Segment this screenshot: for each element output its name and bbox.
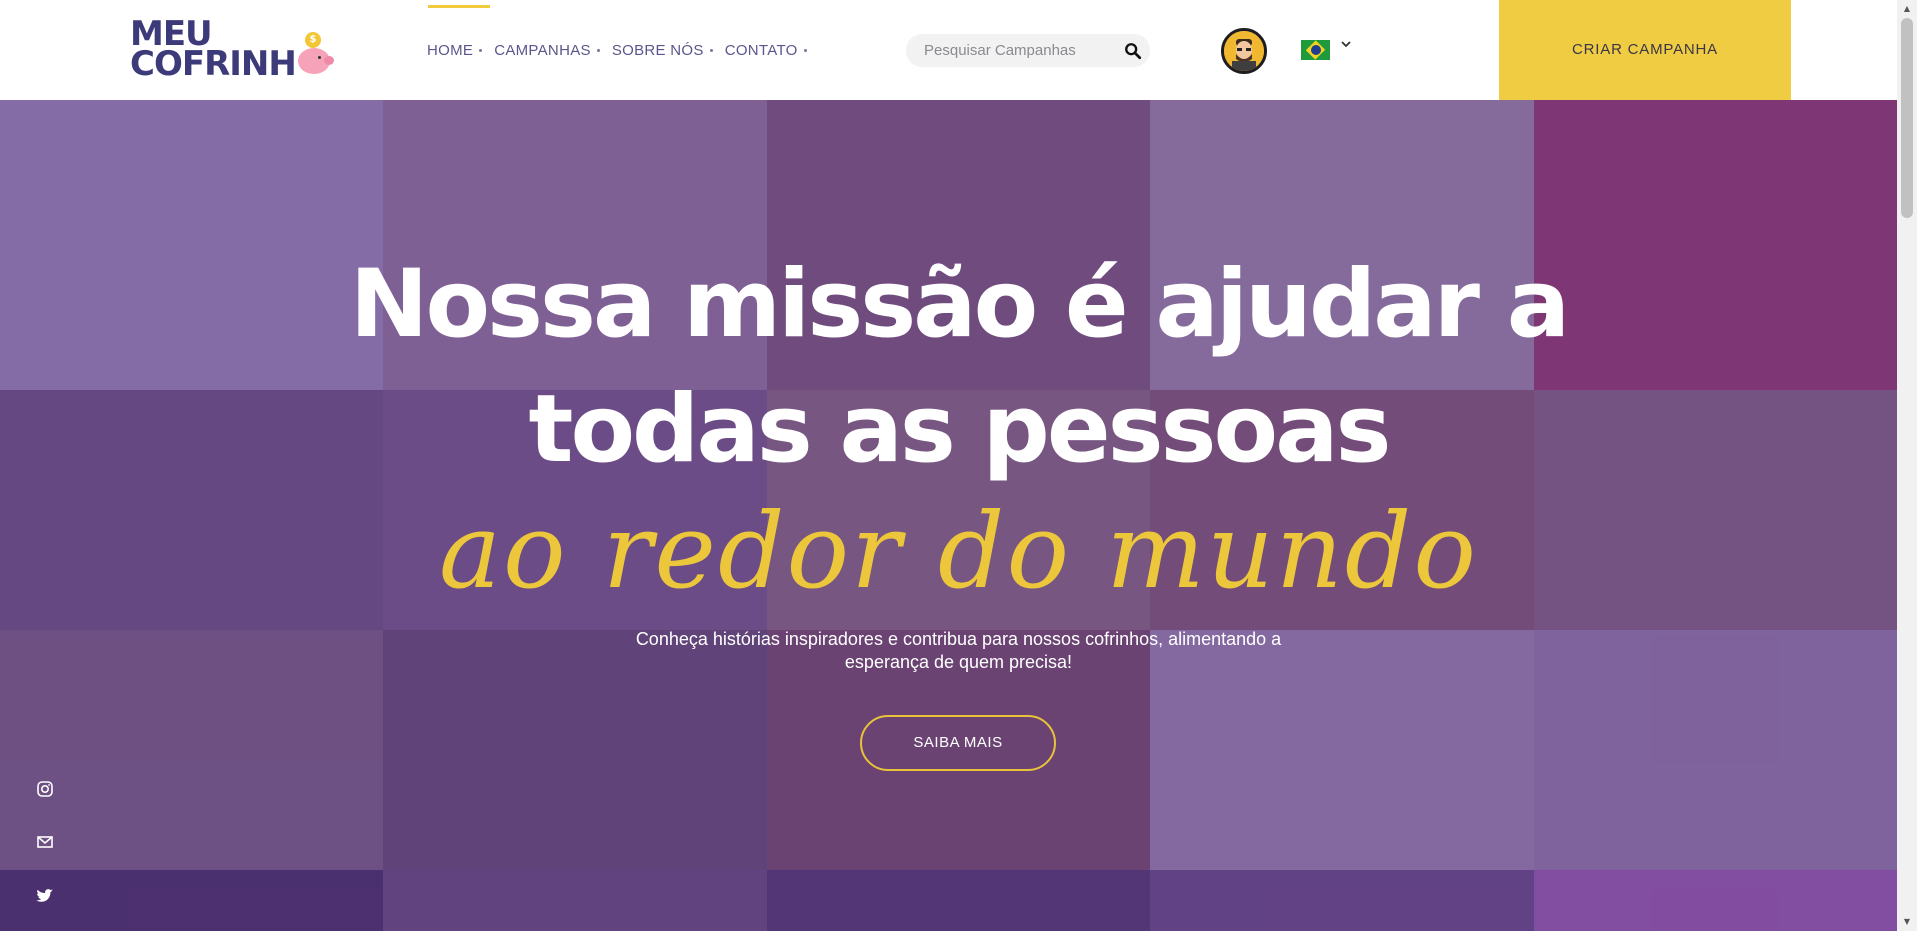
mail-icon[interactable] [34, 831, 56, 853]
brazil-flag-icon[interactable] [1301, 40, 1330, 60]
campaign-search [906, 34, 1150, 67]
active-nav-indicator [428, 5, 490, 8]
chevron-down-icon[interactable] [1340, 38, 1352, 50]
nav-item-home[interactable]: HOME [427, 42, 483, 59]
hero-subtitle: Conheça histórias inspiradores e contrib… [635, 629, 1282, 672]
nav-item-campanhas[interactable]: CAMPANHAS [494, 42, 600, 59]
hero-script-line: ao redor do mundo [439, 490, 1478, 612]
page-scrollbar[interactable]: ▲ ▼ [1897, 0, 1917, 931]
scroll-down-icon[interactable]: ▼ [1902, 917, 1912, 927]
nav-item-label: CAMPANHAS [494, 42, 591, 59]
create-campaign-button[interactable]: CRIAR CAMPANHA [1499, 0, 1791, 100]
main-navigation: HOME CAMPANHAS SOBRE NÓS CONTATO [427, 42, 807, 59]
nav-item-contato[interactable]: CONTATO [725, 42, 807, 59]
hero-title-line-1: Nossa missão é ajudar a [349, 250, 1570, 359]
site-header: MEU COFRINH $ HOME CAMPANHAS SOBRE NÓS C… [0, 0, 1897, 100]
dropdown-dot-icon [596, 49, 600, 52]
nav-item-label: CONTATO [724, 42, 798, 59]
coin-icon: $ [305, 32, 321, 48]
meu-cofrinho-logo[interactable]: MEU COFRINH $ [130, 17, 334, 84]
nav-item-label: SOBRE NÓS [611, 42, 704, 59]
scroll-thumb[interactable] [1901, 18, 1913, 218]
hero-section: Nossa missão é ajudar a todas as pessoas… [0, 100, 1897, 931]
scroll-up-icon[interactable]: ▲ [1902, 4, 1912, 14]
learn-more-button[interactable]: SAIBA MAIS [860, 715, 1056, 771]
logo-line-2: COFRINH [130, 44, 297, 84]
dropdown-dot-icon [803, 49, 807, 52]
user-avatar[interactable] [1221, 28, 1267, 74]
twitter-icon[interactable] [34, 884, 56, 906]
nav-item-label: HOME [427, 42, 474, 59]
search-input[interactable] [924, 42, 1104, 59]
avatar-face-icon [1224, 31, 1264, 71]
piggy-bank-icon [298, 48, 334, 74]
nav-item-sobre-nos[interactable]: SOBRE NÓS [612, 42, 713, 59]
search-icon[interactable] [1124, 42, 1142, 60]
hero-title-line-2: todas as pessoas [528, 375, 1392, 484]
dropdown-dot-icon [709, 49, 713, 52]
dropdown-dot-icon [479, 49, 483, 52]
instagram-icon[interactable] [34, 778, 56, 800]
